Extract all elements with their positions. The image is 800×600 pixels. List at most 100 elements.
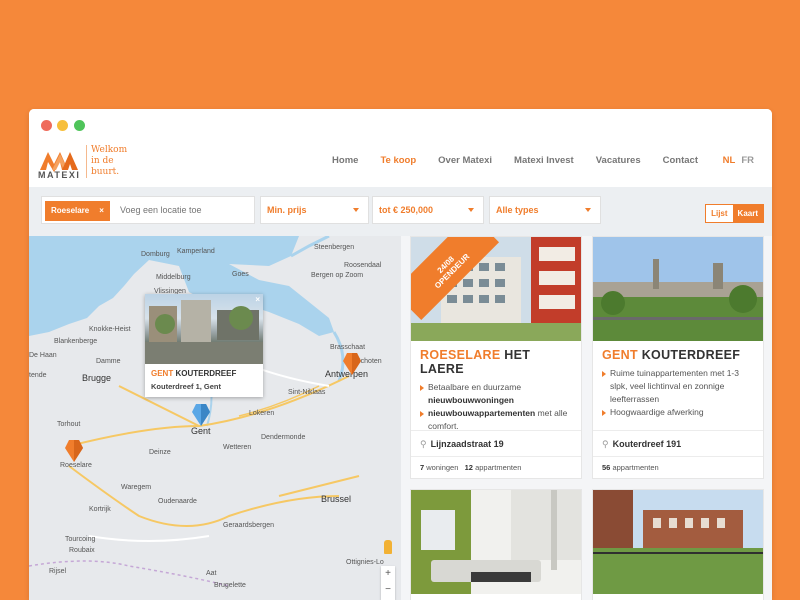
map-label: Roosendaal [344, 262, 382, 269]
location-search: Roeselare × [41, 196, 255, 224]
feature-item: Ruime tuinappartementen met 1-3 slpk, ve… [602, 367, 754, 406]
feature-item: Hoogwaardige afwerking [602, 406, 754, 419]
map-label: Brugelette [214, 582, 246, 589]
listing-card[interactable]: GENT KOUTERDREEF Ruime tuinappartementen… [592, 236, 764, 479]
listing-grid: 24/08 OPENDEUR ROESELARE HET LAERE Betaa… [401, 236, 772, 600]
map-label: Tourcoing [65, 536, 96, 543]
type-select[interactable]: Alle types [489, 196, 601, 224]
listing-photo [593, 490, 763, 594]
map-label: Brasschaat [330, 344, 366, 351]
map-view-button[interactable]: Kaart [732, 205, 763, 222]
location-pin-icon[interactable] [343, 353, 361, 375]
listing-stats: 56 appartmenten [602, 463, 659, 472]
min-price-value: Min. prijs [267, 205, 307, 215]
map-label: Rijsel [49, 568, 67, 575]
map-label: Bergen op Zoom [311, 272, 364, 279]
chevron-down-icon [468, 208, 474, 212]
popup-city: GENT [151, 369, 174, 378]
list-view-button[interactable]: Lijst [706, 205, 733, 222]
location-input[interactable] [120, 202, 250, 218]
map-label: De Haan [29, 352, 57, 359]
map-label: Roeselare [60, 462, 92, 469]
language-switcher: NL FR [723, 155, 754, 166]
feature-item: Betaalbare en duurzame nieuwbouwwoningen [420, 381, 572, 407]
nav-matexi-invest[interactable]: Matexi Invest [514, 155, 574, 166]
map-label: Deinze [149, 449, 171, 456]
map-view[interactable]: Domburg Kamperland Middelburg Goes Steen… [29, 236, 401, 600]
zoom-out-button[interactable]: − [381, 582, 395, 598]
map-label: Roubaix [69, 547, 95, 554]
map-label: Damme [96, 358, 121, 365]
lang-fr[interactable]: FR [741, 155, 754, 166]
map-background [29, 236, 360, 587]
map-label: Aat [206, 570, 217, 577]
popup-name: KOUTERDREEF [175, 369, 237, 378]
street-view-icon[interactable] [384, 540, 392, 554]
location-pin-icon[interactable] [65, 440, 83, 462]
map-pin-icon: ⚲ [602, 439, 609, 449]
zoom-in-button[interactable]: + [381, 566, 395, 582]
map-label: Torhout [57, 421, 81, 428]
map-label: Oudenaarde [158, 498, 197, 505]
map-label: Kortrijk [89, 506, 111, 513]
minimize-window-icon[interactable] [57, 120, 68, 131]
nav-contact[interactable]: Contact [663, 155, 698, 166]
maximize-window-icon[interactable] [74, 120, 85, 131]
window-chrome [29, 109, 772, 143]
nav-home[interactable]: Home [332, 155, 358, 166]
location-chip[interactable]: Roeselare × [45, 201, 110, 221]
map-label: Brussel [321, 494, 352, 504]
max-price-select[interactable]: tot € 250,000 [372, 196, 484, 224]
map-label: Gent [191, 426, 211, 436]
location-chip-label: Roeselare [51, 206, 90, 215]
popup-title[interactable]: GENT KOUTERDREEF [151, 369, 236, 378]
listing-card[interactable]: 24/08 OPENDEUR ROESELARE HET LAERE Betaa… [410, 236, 582, 479]
map-label: Brugge [82, 373, 112, 383]
listing-photo: 24/08 OPENDEUR [411, 237, 581, 341]
main-nav: Home Te koop Over Matexi Matexi Invest V… [332, 155, 698, 166]
listing-photo [411, 490, 581, 594]
popup-address: Kouterdreef 1, Gent [151, 382, 222, 391]
listing-title: GENT KOUTERDREEF [593, 341, 763, 362]
location-pin-icon[interactable] [192, 404, 210, 426]
nav-over-matexi[interactable]: Over Matexi [438, 155, 492, 166]
nav-vacatures[interactable]: Vacatures [596, 155, 641, 166]
lang-nl[interactable]: NL [723, 155, 736, 166]
max-price-value: tot € 250,000 [379, 205, 434, 215]
listing-card[interactable] [410, 489, 582, 600]
map-label: Wetteren [223, 444, 252, 451]
map-label: Knokke-Heist [89, 326, 131, 333]
logo-wordmark: MATEXI [38, 170, 81, 180]
map-label: Ottignies-Lo [346, 559, 384, 566]
results-area: Domburg Kamperland Middelburg Goes Steen… [29, 236, 772, 600]
map-label: Dendermonde [261, 434, 306, 441]
popup-photo [145, 294, 263, 364]
filter-bar: Roeselare × Min. prijs tot € 250,000 All… [29, 187, 772, 236]
view-toggle: Lijst Kaart [705, 204, 764, 223]
listing-card[interactable] [592, 489, 764, 600]
listing-features: Betaalbare en duurzame nieuwbouwwoningen… [411, 376, 581, 433]
map-label: Waregem [121, 484, 152, 491]
chip-remove-icon[interactable]: × [99, 201, 104, 221]
listing-name: KOUTERDREEF [641, 348, 741, 362]
chevron-down-icon [585, 208, 591, 212]
popup-close-icon[interactable]: × [255, 295, 260, 304]
map-label: Kamperland [177, 248, 215, 255]
listing-city: ROESELARE [420, 348, 501, 362]
map-label: Geraardsbergen [223, 522, 274, 529]
nav-te-koop[interactable]: Te koop [380, 155, 416, 166]
map-label: Sint-Niklaas [288, 389, 326, 396]
listing-photo [593, 237, 763, 341]
listing-features: Ruime tuinappartementen met 1-3 slpk, ve… [593, 362, 763, 419]
listing-stats: 7 woningen 12 appartmenten [420, 463, 522, 472]
min-price-select[interactable]: Min. prijs [260, 196, 369, 224]
listing-title: ROESELARE HET LAERE [411, 341, 581, 376]
map-label: Steenbergen [314, 244, 355, 251]
map-label: Domburg [141, 251, 170, 258]
map-label: Lokeren [249, 410, 275, 417]
chevron-down-icon [353, 208, 359, 212]
map-popup: × GENT KOUTERDREEF Kouterdreef 1, Gent [145, 294, 263, 397]
type-value: Alle types [496, 205, 539, 215]
close-window-icon[interactable] [41, 120, 52, 131]
map-label: Middelburg [156, 274, 191, 281]
